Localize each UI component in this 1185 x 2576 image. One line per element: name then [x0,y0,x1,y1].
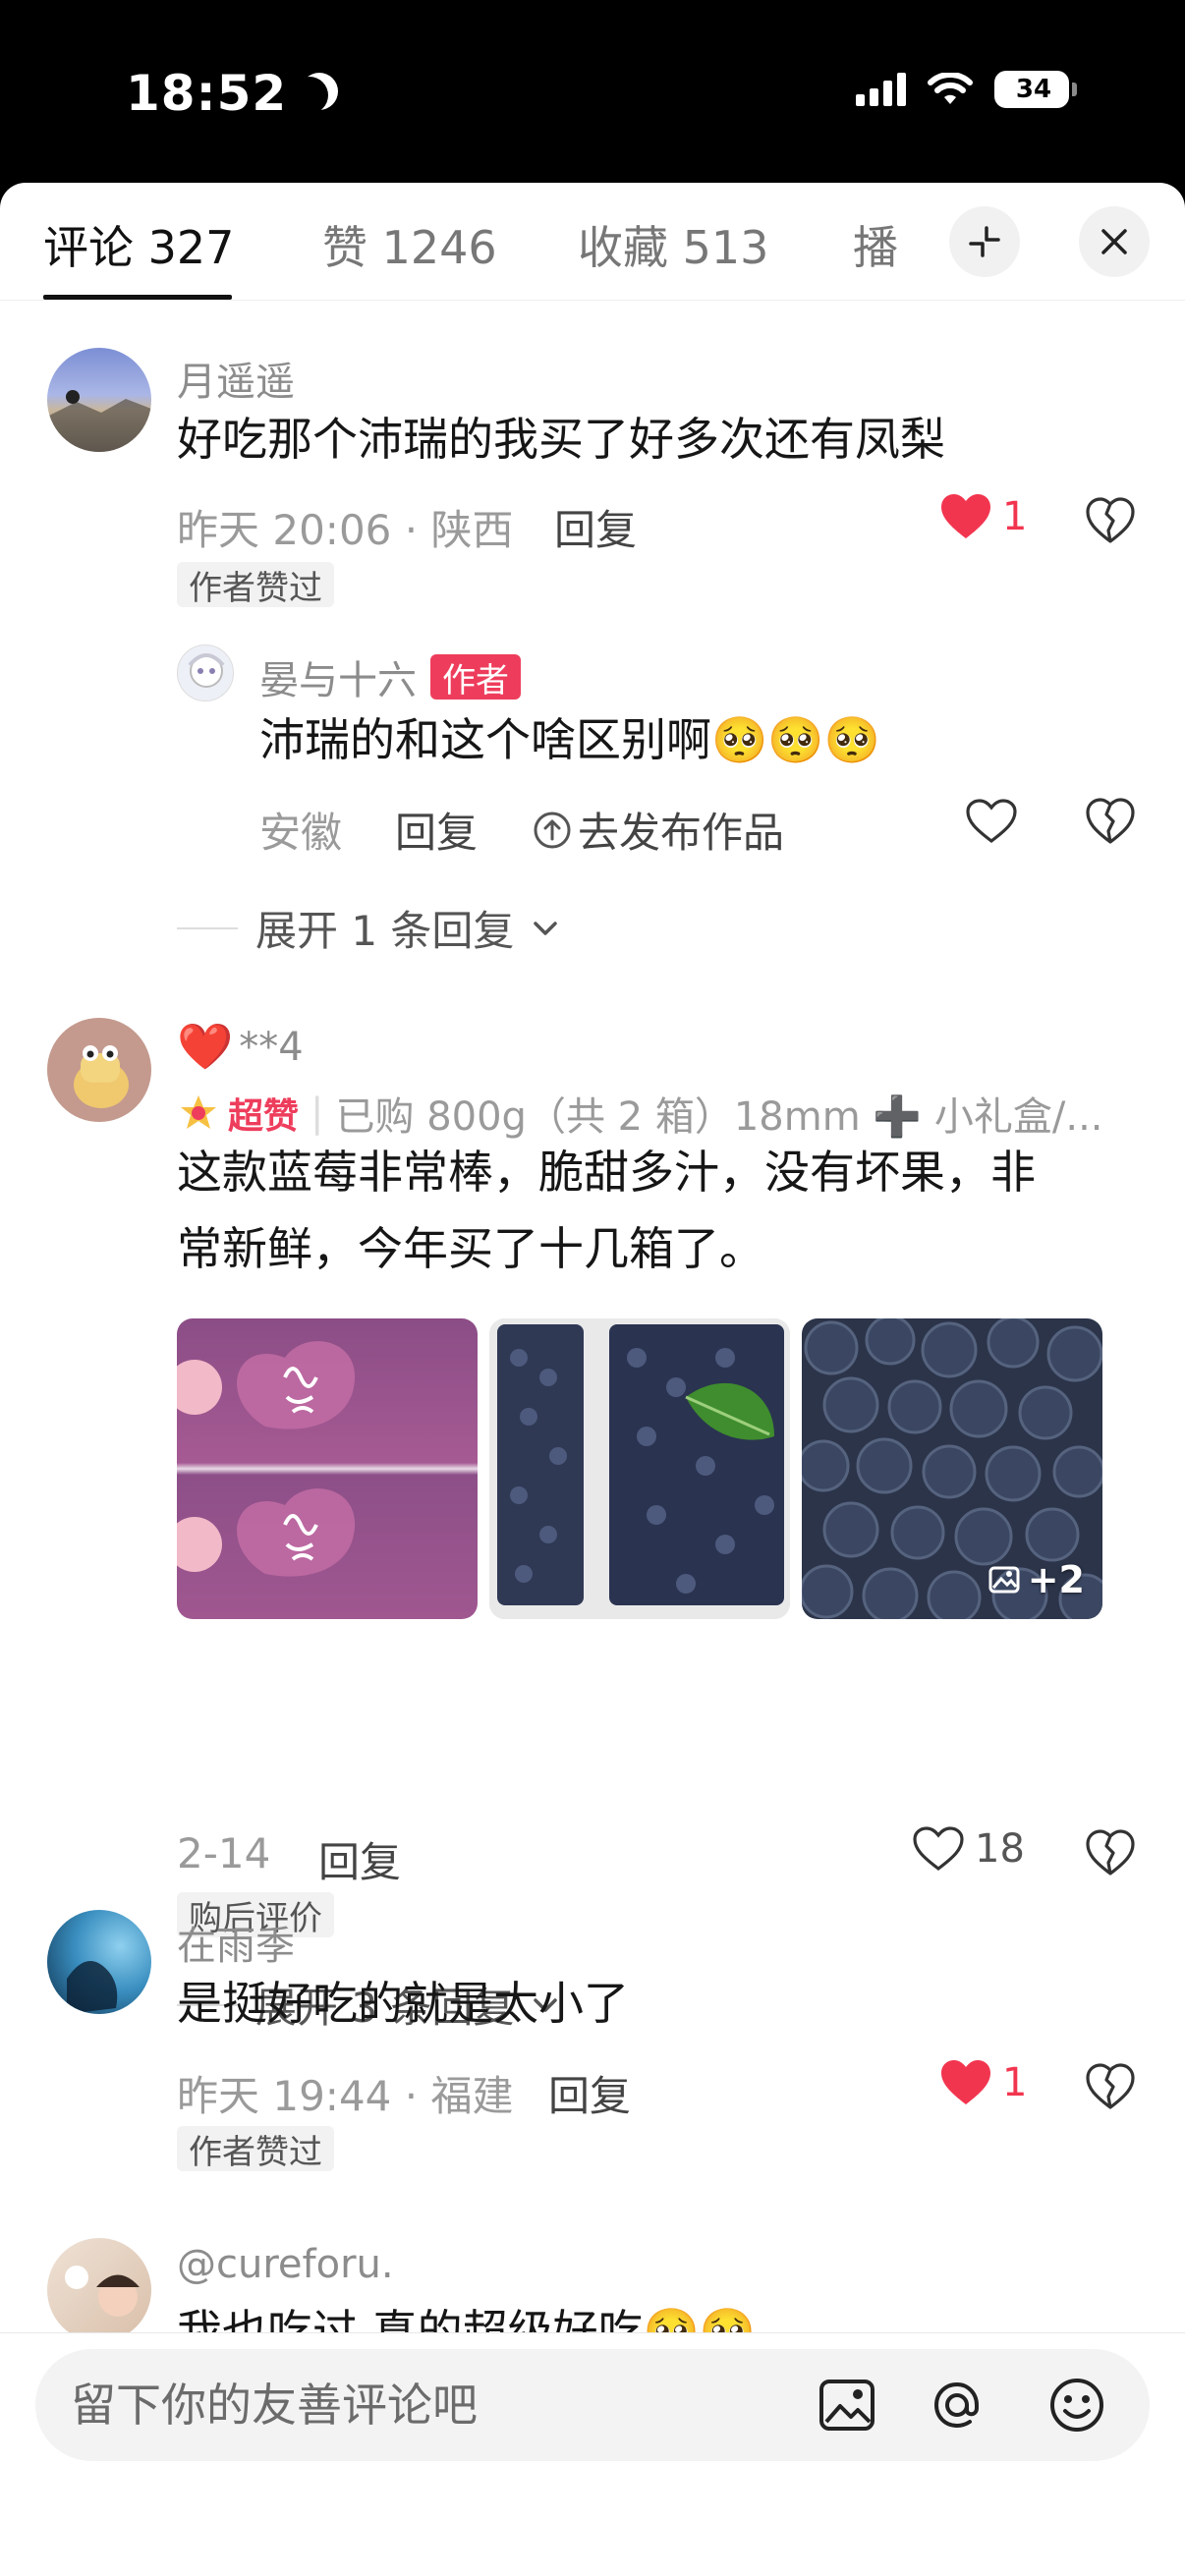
tab-bar: 评论 327 赞 1246 收藏 513 播 [0,183,1185,301]
reply-location: 安徽 [259,809,343,857]
broken-heart-icon [1086,1829,1135,1876]
heart-filled-icon [941,494,990,538]
photo-grid: +2 [177,1318,1102,1619]
comment-input-bar [0,2332,1185,2576]
time-text: 18:52 [126,65,288,122]
like-button[interactable]: 1 [939,2059,1027,2106]
more-photos-badge: +2 [988,1558,1085,1601]
smiley-icon [1050,2379,1103,2432]
tab-favorites[interactable]: 收藏 513 [578,212,768,277]
comment-text: 好吃那个沛瑞的我买了好多次还有凤梨 [177,413,945,466]
broken-heart-icon [1086,497,1135,543]
reply-button[interactable]: 回复 [395,800,478,860]
reply-username-row: 晏与十六 作者 [259,648,521,705]
heart-filled-icon [941,2060,990,2104]
broken-heart-icon [1086,2063,1135,2109]
like-count: 1 [1002,2060,1028,2105]
broken-heart-icon [1086,798,1135,844]
like-count: 18 [975,1826,1025,1872]
comment-username[interactable]: @cureforu. [177,2242,394,2287]
heart-outline-icon [966,799,1017,844]
mention-button[interactable] [926,2374,988,2436]
avatar[interactable] [47,2238,151,2342]
publish-work-button[interactable]: 去发布作品 [533,800,784,860]
photo-thumbnail[interactable]: +2 [802,1318,1102,1619]
reply-text: 沛瑞的和这个啥区别啊🥺🥺🥺 [259,713,880,766]
avatar[interactable] [47,1018,151,1122]
active-tab-indicator [43,295,232,300]
wifi-icon [928,73,973,106]
reply-button[interactable]: 回复 [548,2063,631,2123]
super-like-label: 超赞 [228,1096,300,1137]
battery-icon: 34 [994,71,1077,108]
emoji-button[interactable] [1045,2374,1108,2436]
status-bar: 18:52 34 [0,0,1185,183]
comment-username[interactable]: 月遥遥 [177,350,295,407]
image-icon [988,1566,1020,1594]
like-count: 1 [1002,494,1028,539]
tab-plays[interactable]: 播 [853,212,898,277]
avatar[interactable] [47,1910,151,2014]
battery-level: 34 [994,71,1069,108]
collapse-button[interactable] [949,206,1020,277]
chevron-down-icon [534,921,558,935]
status-time: 18:52 [126,65,334,122]
like-button[interactable]: 1 [939,493,1027,540]
comment-input[interactable] [71,2349,778,2461]
author-liked-chip: 作者赞过 [177,2126,334,2172]
author-liked-chip: 作者赞过 [177,562,334,608]
comment-username[interactable]: 在雨季 [177,1914,295,1971]
image-picker-button[interactable] [816,2374,878,2436]
crown-badge-icon [181,1095,216,1129]
dislike-button[interactable] [1085,497,1136,548]
expand-replies-button[interactable]: 展开 1 条回复 [177,898,559,958]
avatar[interactable] [177,644,234,701]
collapse-icon [969,226,1000,257]
comment-username[interactable]: **4 [239,1025,303,1070]
cellular-signal-icon [856,73,906,106]
dislike-button[interactable] [1085,798,1136,849]
expand-replies-label: 展开 1 条回复 [255,907,515,955]
more-photos-count: +2 [1027,1558,1085,1601]
reply-button[interactable]: 回复 [318,1829,401,1889]
tab-comments[interactable]: 评论 327 [43,212,234,277]
heart-outline-icon [913,1826,964,1872]
heart-emoji: ❤️ [177,1020,234,1073]
publish-work-label: 去发布作品 [578,809,785,857]
comment-date: 2-14 [177,1829,271,1877]
dislike-button[interactable] [1085,2063,1136,2114]
close-button[interactable] [1079,206,1150,277]
author-badge: 作者 [430,654,521,700]
reply-username[interactable]: 晏与十六 [259,648,417,705]
comment-text-line: 这款蓝莓非常棒，脆甜多汁，没有坏果，非 [177,1146,1036,1199]
at-sign-icon [933,2381,979,2429]
comment-time-location: 昨天 19:44 · 福建 [177,2072,514,2120]
image-icon [819,2380,875,2431]
photo-thumbnail[interactable] [489,1318,790,1619]
comment-input-container[interactable] [35,2349,1150,2461]
comment-text: 是挺好吃的就是太小了 [177,1977,629,2030]
close-icon [1101,229,1127,254]
comment-username-row: ❤️ **4 [177,1020,304,1074]
tab-likes[interactable]: 赞 1246 [322,212,497,277]
reply-button[interactable]: 回复 [554,497,637,557]
avatar[interactable] [47,348,151,452]
comment-time-location: 昨天 20:06 · 陕西 [177,506,514,554]
photo-thumbnail[interactable] [177,1318,478,1619]
comment-text-line: 常新鲜，今年买了十几箱了。 [177,1222,764,1275]
comments-sheet: 评论 327 赞 1246 收藏 513 播 月遥遥 好吃那个沛瑞的我买了好多次… [0,183,1185,2576]
moon-icon [291,77,328,114]
like-button[interactable]: 18 [912,1825,1025,1873]
dislike-button[interactable] [1085,1829,1136,1880]
upload-circle-icon [534,812,571,848]
like-button[interactable] [965,798,1018,849]
